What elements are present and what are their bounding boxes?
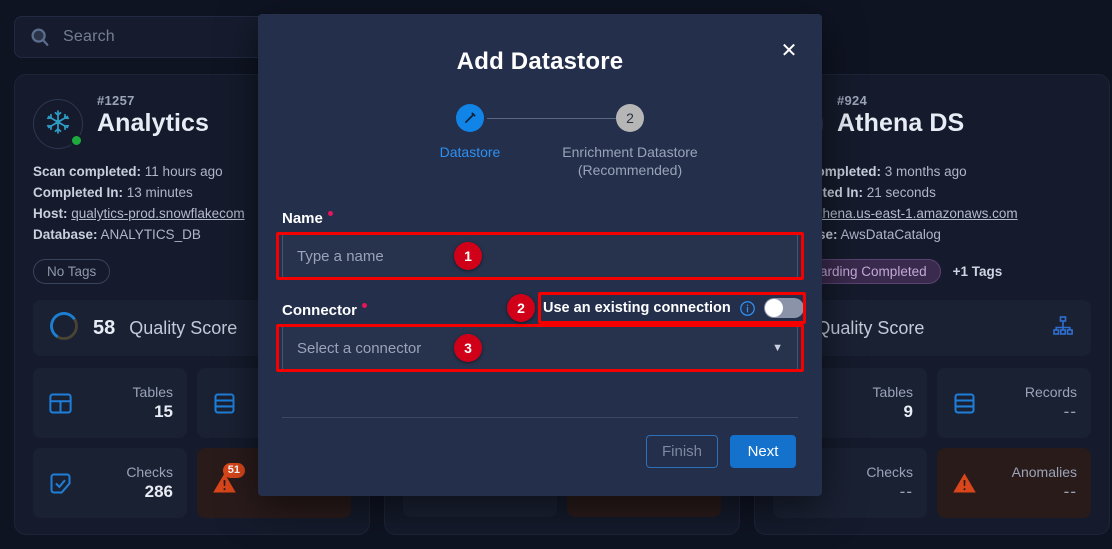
highlight-box-toggle [538, 292, 806, 324]
required-indicator [327, 211, 333, 216]
meta-value: 11 hours ago [144, 164, 223, 179]
datastore-id: #924 [837, 93, 868, 108]
status-dot-online [70, 134, 83, 147]
divider [282, 417, 798, 418]
modal-title: Add Datastore [456, 48, 624, 75]
tile-label: Tables [872, 384, 913, 400]
quality-score-label: Quality Score [816, 317, 925, 338]
tile-value: -- [1063, 482, 1077, 501]
connector-label-text: Connector [282, 302, 357, 319]
step-1-pencil-icon [456, 104, 484, 132]
meta-value: 13 minutes [126, 185, 193, 200]
stepper: Datastore 2 Enrichment Datastore (Recomm… [340, 104, 740, 180]
tile-text: Records -- [1025, 384, 1077, 422]
search-icon [29, 26, 51, 48]
quality-score-ring [49, 311, 79, 346]
connector-field-label: Connector [282, 302, 367, 319]
meta-value: 21 seconds [866, 185, 936, 200]
quality-score-value: 58 [93, 316, 116, 339]
tile-text: Tables 15 [133, 384, 173, 422]
card-title-block: #1257 Analytics [97, 93, 209, 138]
required-indicator [362, 303, 367, 308]
datastore-name: Analytics [97, 109, 210, 137]
tile-text: Anomalies -- [1012, 464, 1077, 502]
tile-tables[interactable]: Tables 15 [33, 368, 187, 438]
step-2-number: 2 [616, 104, 644, 132]
step-2-sublabel: (Recommended) [577, 162, 683, 178]
meta-label: Host: [33, 206, 68, 221]
tile-text: Checks -- [866, 464, 913, 502]
records-icon [211, 390, 238, 417]
tile-value: 286 [144, 482, 173, 501]
meta-value: AwsDataCatalog [840, 227, 941, 242]
tile-label: Checks [866, 464, 913, 480]
checks-icon [47, 470, 74, 497]
tile-label: Anomalies [1011, 464, 1077, 480]
tile-label: Records [1024, 384, 1077, 400]
tile-value: 15 [154, 402, 173, 421]
highlight-box-connector [276, 324, 804, 372]
tag-chip[interactable]: No Tags [33, 259, 111, 284]
name-field-label: Name [282, 210, 333, 227]
records-icon [951, 390, 978, 417]
snowflake-icon [45, 109, 71, 140]
tag-extra-count[interactable]: +1 Tags [953, 264, 1003, 279]
finish-button[interactable]: Finish [645, 435, 718, 468]
meta-label: Database: [33, 227, 98, 242]
tile-value: -- [1063, 402, 1077, 421]
name-label-text: Name [282, 210, 323, 227]
next-button[interactable]: Next [730, 435, 796, 468]
app-root: Search #1257 Analytics Scan completed: 1… [0, 0, 1112, 549]
datastore-id: #1257 [97, 93, 135, 108]
modal-actions: Finish Next [645, 435, 796, 468]
avatar [33, 99, 83, 149]
annotation-badge-2: 2 [507, 294, 535, 322]
tile-checks[interactable]: Checks 286 [33, 448, 187, 518]
meta-value: 3 months ago [884, 164, 967, 179]
search-placeholder: Search [63, 28, 115, 45]
tile-text: Checks 286 [126, 464, 173, 502]
annotation-badge-3: 3 [454, 334, 482, 362]
hierarchy-icon [1051, 314, 1075, 343]
host-link[interactable]: athena.us-east-1.amazonaws.com [811, 206, 1017, 221]
anomalies-warning-icon [951, 470, 978, 497]
highlight-box-name [276, 232, 804, 280]
meta-label: Scan completed: [33, 164, 142, 179]
tile-label: Checks [126, 464, 173, 480]
datastore-name: Athena DS [837, 109, 965, 137]
close-icon[interactable]: ✕ [778, 40, 800, 62]
meta-value: ANALYTICS_DB [100, 227, 201, 242]
host-link[interactable]: qualytics-prod.snowflakecom [71, 206, 244, 221]
anomalies-warning-icon: 51 [211, 462, 245, 497]
meta-label: Completed In: [33, 185, 123, 200]
tile-value: -- [899, 482, 913, 501]
step-enrichment-datastore[interactable]: 2 Enrichment Datastore (Recommended) [535, 104, 725, 179]
anomalies-badge: 51 [222, 462, 245, 478]
tile-value: 9 [903, 402, 913, 421]
tile-anomalies[interactable]: Anomalies -- [937, 448, 1091, 518]
tables-icon [47, 390, 74, 417]
quality-score-label: Quality Score [129, 317, 238, 338]
step-2-label: Enrichment Datastore (Recommended) [535, 143, 725, 179]
annotation-badge-1: 1 [454, 242, 482, 270]
tile-label: Tables [132, 384, 173, 400]
tile-records[interactable]: Records -- [937, 368, 1091, 438]
step-2-title: Enrichment Datastore [562, 144, 698, 160]
tile-text: Tables 9 [873, 384, 913, 422]
card-title-block: #924 Athena DS [837, 93, 964, 138]
